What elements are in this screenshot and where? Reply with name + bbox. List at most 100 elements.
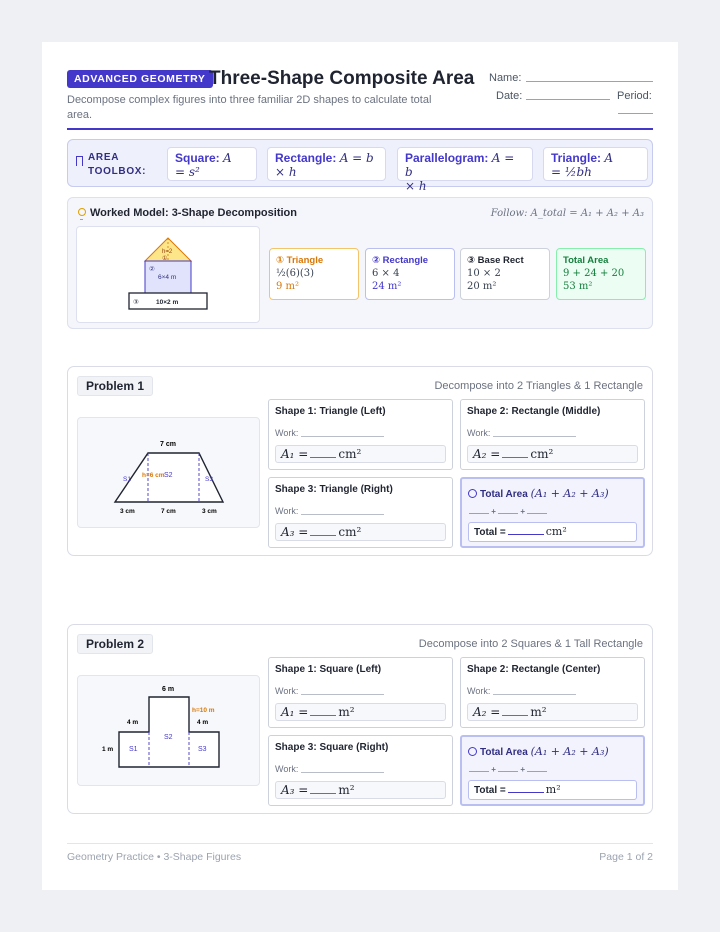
answer-var: A₂ = bbox=[473, 447, 501, 461]
answer-unit: cm² bbox=[338, 447, 362, 461]
toolbox-label: AREA TOOLBOX: bbox=[88, 152, 147, 177]
worked-model-panel: Worked Model: 3-Shape Decomposition Foll… bbox=[67, 197, 653, 329]
total-label: Total = bbox=[474, 785, 506, 796]
left-dimension: 4 m bbox=[127, 719, 138, 726]
shape-title: Shape 3: Triangle (Right) bbox=[275, 484, 393, 495]
worked-model-formula: Follow: A_total = A₁ + A₂ + A₃ bbox=[490, 208, 644, 219]
plus-sign: + bbox=[491, 765, 496, 774]
problem-label: Problem 1 bbox=[77, 376, 154, 396]
answer-field[interactable]: A₁ = m² bbox=[275, 703, 446, 721]
work-label: Work: bbox=[467, 428, 491, 438]
work-label: Work: bbox=[275, 764, 299, 774]
answer-var: A₃ = bbox=[281, 525, 309, 539]
sum-blanks[interactable]: + + bbox=[469, 765, 579, 774]
trapezoid-svg: 7 cm h=6 cm S1 S2 S3 3 cm 7 cm 3 cm bbox=[113, 441, 225, 515]
plus-sign: + bbox=[520, 507, 526, 516]
work-label: Work: bbox=[275, 686, 299, 696]
card-calc: ½(6)(3) bbox=[276, 268, 315, 279]
name-line[interactable] bbox=[526, 81, 653, 82]
formula-parallelogram: Parallelogram: A = b × h bbox=[397, 147, 533, 193]
card-result: 9 m² bbox=[276, 281, 300, 292]
shape-2-box: Shape 2: Rectangle (Center) Work: A₂ = m² bbox=[460, 657, 645, 728]
shape-3-box: Shape 3: Square (Right) Work: A₃ = m² bbox=[268, 735, 453, 806]
answer-field[interactable]: A₂ = m² bbox=[467, 703, 638, 721]
total-blank[interactable] bbox=[507, 526, 544, 535]
answer-field[interactable]: A₁ = cm² bbox=[275, 445, 446, 463]
s1-label: S1 bbox=[129, 746, 138, 753]
footer-right: Page 1 of 2 bbox=[599, 851, 653, 863]
answer-field[interactable]: A₃ = cm² bbox=[275, 523, 446, 541]
total-formula: (A₁ + A₂ + A₃) bbox=[530, 487, 609, 500]
work-line[interactable] bbox=[301, 694, 384, 695]
total-answer-field[interactable]: Total = cm² bbox=[468, 522, 637, 542]
answer-unit: cm² bbox=[530, 447, 554, 461]
worked-figure-svg: h=2 ① ② 6×4 m ③ 10×2 m bbox=[128, 237, 208, 310]
page-subtitle: Decompose complex figures into three fam… bbox=[67, 94, 432, 121]
base-label: 10×2 m bbox=[156, 299, 178, 306]
answer-var: A₁ = bbox=[281, 447, 309, 461]
answer-blank[interactable] bbox=[310, 707, 337, 716]
page-title: Three-Shape Composite Area bbox=[209, 68, 475, 89]
bottom-middle-dimension: 7 cm bbox=[161, 508, 176, 515]
card-result: 53 m² bbox=[563, 281, 593, 292]
step-shape-svg: 6 m h=10 m 4 m 4 m 1 m S1 S2 S3 bbox=[102, 686, 220, 768]
date-line[interactable] bbox=[526, 99, 610, 100]
worked-card-base: ③ Base Rect 10 × 2 20 m² bbox=[460, 248, 550, 300]
plus-sign: + bbox=[520, 765, 526, 774]
answer-var: A₃ = bbox=[281, 783, 309, 797]
answer-unit: cm² bbox=[338, 525, 362, 539]
formula-part: A bbox=[604, 151, 614, 165]
answer-blank[interactable] bbox=[310, 785, 337, 794]
base-number: ③ bbox=[133, 299, 139, 306]
shape-title: Shape 1: Triangle (Left) bbox=[275, 406, 386, 417]
footer-left: Geometry Practice • 3-Shape Figures bbox=[67, 851, 242, 863]
total-label: Total = bbox=[474, 527, 506, 538]
total-area-heading: Total Area (A₁ + A₂ + A₃) bbox=[468, 745, 609, 758]
lightbulb-icon bbox=[78, 208, 86, 220]
bottom-right-dimension: 3 cm bbox=[202, 508, 217, 515]
s2-label: S2 bbox=[164, 472, 173, 479]
problem-1-figure: 7 cm h=6 cm S1 S2 S3 3 cm 7 cm 3 cm bbox=[77, 417, 260, 528]
answer-blank[interactable] bbox=[502, 449, 529, 458]
answer-blank[interactable] bbox=[502, 707, 529, 716]
work-label: Work: bbox=[275, 506, 299, 516]
total-unit: cm² bbox=[545, 525, 567, 538]
formula-part: × h bbox=[405, 179, 427, 193]
work-line[interactable] bbox=[493, 694, 576, 695]
formula-rectangle: Rectangle: A = b × h bbox=[267, 147, 386, 181]
problem-2-panel: Problem 2 Decompose into 2 Squares & 1 T… bbox=[67, 624, 653, 814]
answer-unit: m² bbox=[530, 705, 547, 719]
answer-blank[interactable] bbox=[310, 527, 337, 536]
height-label: h=10 m bbox=[192, 707, 215, 714]
shape-1-box: Shape 1: Square (Left) Work: A₁ = m² bbox=[268, 657, 453, 728]
card-calc: 9 + 24 + 20 bbox=[563, 268, 625, 279]
formula-part: A bbox=[223, 151, 232, 165]
total-unit: m² bbox=[545, 783, 561, 796]
worked-card-rectangle: ② Rectangle 6 × 4 24 m² bbox=[365, 248, 455, 300]
work-line[interactable] bbox=[301, 772, 384, 773]
shape-title: Shape 1: Square (Left) bbox=[275, 664, 382, 675]
answer-field[interactable]: A₃ = m² bbox=[275, 781, 446, 799]
shape-title: Shape 2: Rectangle (Middle) bbox=[467, 406, 601, 417]
bottom-left-dimension: 3 cm bbox=[120, 508, 135, 515]
problem-hint: Decompose into 2 Squares & 1 Tall Rectan… bbox=[418, 638, 643, 650]
total-area-box: Total Area (A₁ + A₂ + A₃) + + Total = m² bbox=[460, 735, 645, 806]
total-answer-field[interactable]: Total = m² bbox=[468, 780, 637, 800]
formula-name: Rectangle: bbox=[275, 151, 337, 165]
problem-1-panel: Problem 1 Decompose into 2 Triangles & 1… bbox=[67, 366, 653, 556]
total-formula: (A₁ + A₂ + A₃) bbox=[530, 745, 609, 758]
work-line[interactable] bbox=[493, 436, 576, 437]
answer-field[interactable]: A₂ = cm² bbox=[467, 445, 638, 463]
total-blank[interactable] bbox=[507, 784, 544, 793]
work-line[interactable] bbox=[301, 514, 384, 515]
work-line[interactable] bbox=[301, 436, 384, 437]
card-head: ① Triangle bbox=[276, 255, 324, 266]
answer-blank[interactable] bbox=[310, 449, 337, 458]
shape-title: Shape 2: Rectangle (Center) bbox=[467, 664, 601, 675]
answer-unit: m² bbox=[338, 783, 355, 797]
period-line[interactable] bbox=[618, 113, 653, 114]
problem-hint: Decompose into 2 Triangles & 1 Rectangle bbox=[434, 380, 643, 392]
s1-label: S1 bbox=[123, 476, 131, 483]
answer-unit: m² bbox=[338, 705, 355, 719]
sum-blanks[interactable]: + + bbox=[469, 507, 579, 516]
